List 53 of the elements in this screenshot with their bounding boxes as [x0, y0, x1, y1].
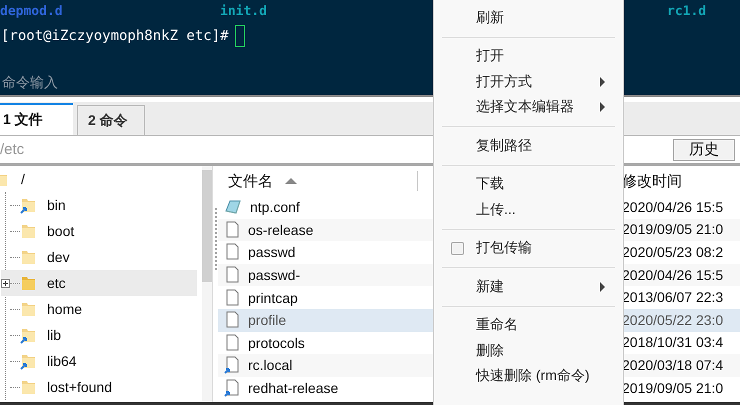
menu-item[interactable]: 新建 — [434, 274, 623, 300]
menu-item[interactable]: 删除 — [434, 338, 623, 364]
menu-item[interactable]: 复制路径 — [434, 133, 623, 158]
scrollbar[interactable] — [202, 166, 212, 402]
column-header[interactable]: 修改时间 — [622, 172, 682, 190]
modified-time: 2013/06/07 22:3 — [622, 289, 724, 306]
modified-time: 2020/05/23 08:2 — [622, 244, 724, 260]
modified-time: 2019/09/05 21:0 — [622, 380, 724, 396]
column-header[interactable]: 文件名 — [228, 172, 273, 190]
tab[interactable]: 2 命令 — [77, 105, 145, 135]
menu-item[interactable]: 上传... — [434, 197, 623, 222]
checkbox[interactable] — [451, 242, 464, 255]
history-button[interactable]: 历史 — [673, 138, 735, 160]
tree-item[interactable]: dev — [47, 249, 70, 265]
menu-item[interactable]: 打开 — [434, 44, 623, 69]
file-name[interactable]: protocols — [248, 334, 305, 351]
modified-time: 2018/10/31 03:4 — [622, 334, 724, 350]
command-input-field[interactable]: 命令输入 — [0, 75, 154, 91]
menu-item[interactable]: 打开方式 — [434, 69, 623, 94]
file-name[interactable]: os-release — [248, 222, 314, 238]
tree-item[interactable]: etc — [47, 275, 66, 291]
file-listing-entry: rc1.d — [667, 4, 706, 19]
file-name[interactable]: rc.local — [248, 357, 292, 374]
tree-item[interactable]: lost+found — [47, 379, 112, 395]
menu-item[interactable]: 选择文本编辑器 — [434, 94, 623, 120]
file-name[interactable]: profile — [248, 312, 286, 328]
file-name[interactable]: ntp.conf — [250, 199, 300, 216]
tree-item[interactable]: / — [21, 171, 25, 187]
text-cursor — [234, 25, 245, 47]
modified-time: 2020/03/18 07:4 — [622, 356, 724, 373]
shell-prompt: [root@iZczyoymoph8nkZ etc]# — [0, 28, 229, 44]
modified-time: 2020/05/22 23:0 — [622, 312, 724, 328]
menu-item[interactable]: 快速删除 (rm命令) — [434, 364, 623, 389]
file-listing-entry: depmod.d — [0, 4, 63, 19]
tree-row-highlight[interactable]: etc — [1, 270, 197, 296]
modified-time: 2019/09/05 21:0 — [622, 221, 724, 238]
tab[interactable]: 1 文件 — [0, 103, 73, 135]
tree-item[interactable]: lib — [47, 327, 62, 343]
file-name[interactable]: passwd — [248, 244, 296, 260]
menu-item[interactable]: 下载 — [434, 172, 623, 197]
sort-ascending-icon — [285, 177, 297, 185]
modified-time: 2020/04/26 15:5 — [622, 198, 724, 215]
tree-item[interactable]: boot — [47, 223, 74, 239]
modified-time: 2020/04/26 15:5 — [622, 266, 724, 283]
tree-item[interactable]: lib64 — [47, 353, 77, 369]
tree-item[interactable]: bin — [47, 197, 66, 213]
tree-item[interactable]: home — [47, 301, 82, 317]
file-name[interactable]: printcap — [248, 290, 298, 306]
file-name[interactable]: redhat-release — [248, 380, 338, 396]
menu-item[interactable]: 打包传输 — [434, 236, 623, 261]
file-listing-entry: init.d — [220, 4, 267, 19]
file-name[interactable]: passwd- — [248, 267, 300, 284]
menu-item[interactable]: 刷新 — [434, 5, 623, 30]
